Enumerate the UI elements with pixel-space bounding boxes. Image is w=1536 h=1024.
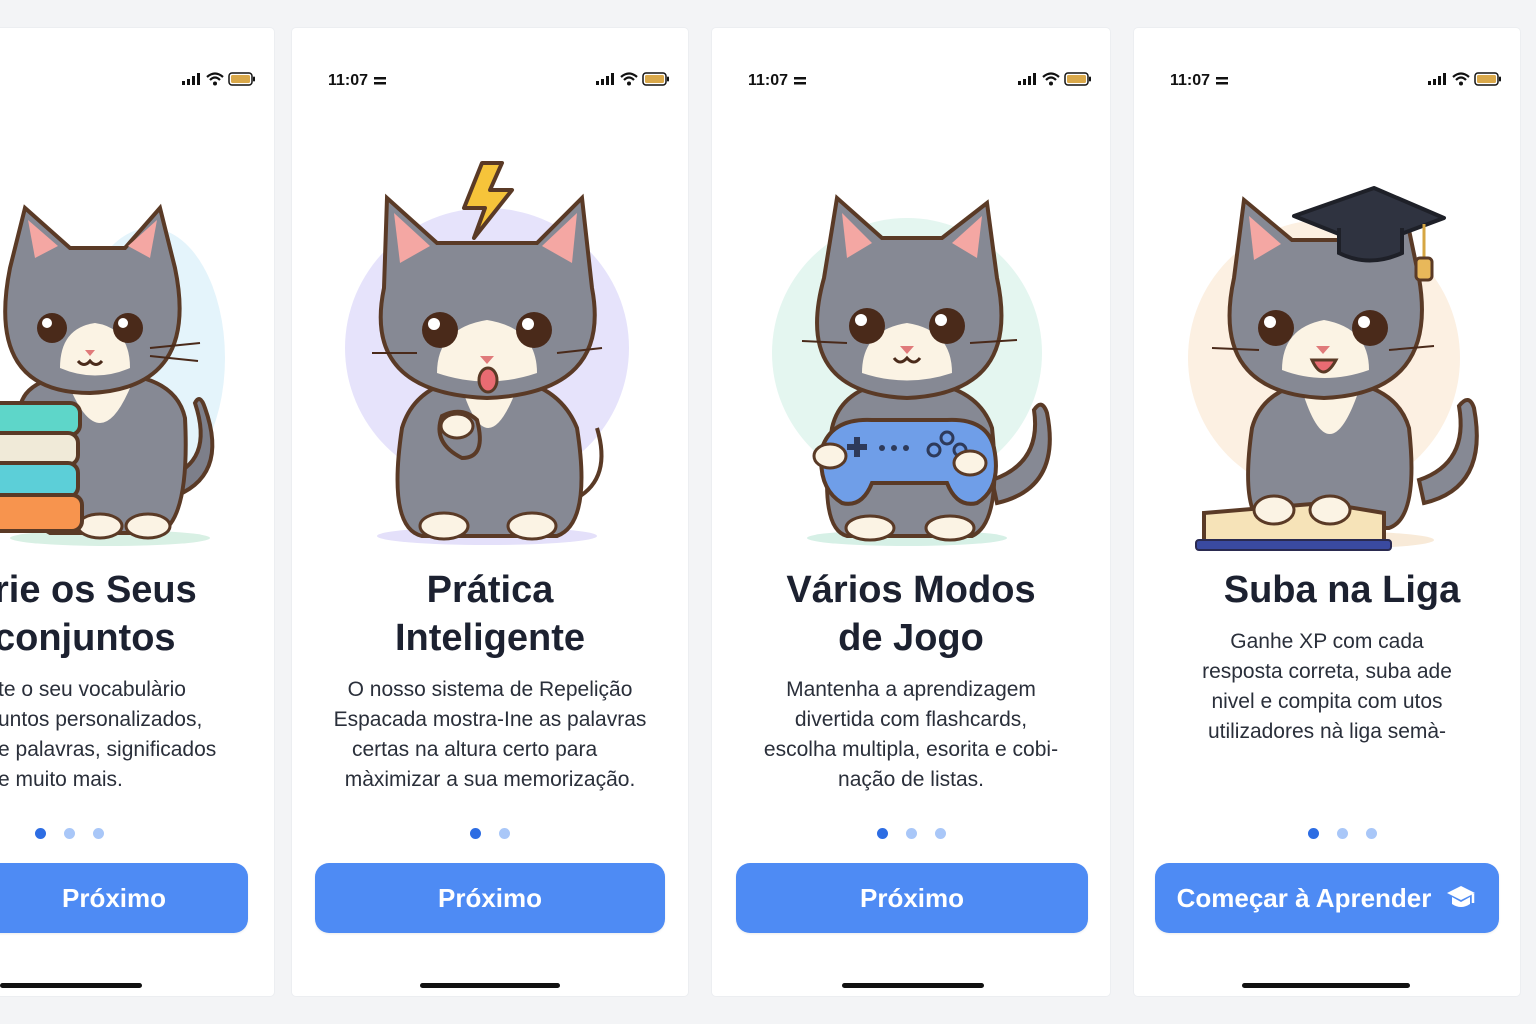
onboarding-screen-3: 11:07 Vários Modos de Jogo Mantenha a ap… <box>712 28 1110 996</box>
signal-icon <box>1018 73 1036 85</box>
start-learning-button[interactable]: Começar à Aprender <box>1155 863 1499 933</box>
page-title: Suba na Liga <box>1223 569 1461 611</box>
page-description: Ganhe XP com cada resposta correta, suba… <box>1202 630 1452 743</box>
page-dot[interactable] <box>905 828 917 839</box>
home-indicator <box>420 983 560 988</box>
page-dot[interactable] <box>934 828 946 839</box>
signal-icon <box>1428 73 1446 85</box>
wifi-icon <box>1042 72 1060 86</box>
start-learning-label: Começar à Aprender <box>1176 882 1432 913</box>
page-description: O nosso sistema de Repelição Espacada mo… <box>333 678 647 791</box>
menu-icon <box>794 76 807 84</box>
page-description: te o seu vocabulàrio untos personalizado… <box>0 678 217 791</box>
page-title: rie os Seus conjuntos <box>0 569 197 659</box>
page-indicator <box>35 828 274 839</box>
page-dot[interactable] <box>64 828 75 839</box>
page-dot[interactable] <box>1365 828 1377 839</box>
status-icons <box>1428 72 1502 86</box>
page-dot-active[interactable] <box>1307 828 1319 839</box>
home-indicator <box>842 983 984 988</box>
page-description: Mantenha a aprendizagem divertida com fl… <box>763 678 1059 791</box>
page-title: Prática Inteligente <box>394 569 586 659</box>
page-dot[interactable] <box>499 828 510 839</box>
status-time: 11:07 <box>1170 72 1229 90</box>
status-bar <box>0 64 274 94</box>
page-dot-active[interactable] <box>35 828 46 839</box>
onboarding-screen-1: rie os Seus conjuntos te o seu vocabulàr… <box>0 28 274 996</box>
battery-icon <box>642 72 669 86</box>
status-time: 11:07 <box>328 72 387 90</box>
page-title: Vários Modos de Jogo <box>786 569 1036 659</box>
onboarding-screen-4: 11:07 Suba na Liga Ganhe XP com cada res… <box>1134 28 1520 996</box>
status-bar: 11:07 <box>292 64 688 94</box>
illustration-cat-with-books <box>0 158 274 578</box>
page-dot-active[interactable] <box>470 828 481 839</box>
status-time: 11:07 <box>748 72 807 90</box>
illustration-cat-graduation-cap-book <box>1134 158 1520 578</box>
wifi-icon <box>620 72 638 86</box>
next-button[interactable]: Próximo <box>736 863 1088 933</box>
battery-icon <box>1064 72 1091 86</box>
next-button[interactable]: Próximo <box>315 863 665 933</box>
status-icons <box>1018 72 1092 86</box>
home-indicator <box>0 983 142 988</box>
status-bar: 11:07 <box>1134 64 1520 94</box>
battery-icon <box>228 72 255 86</box>
status-bar: 11:07 <box>712 64 1110 94</box>
page-dot-active[interactable] <box>876 828 888 839</box>
next-button[interactable]: Próximo <box>0 863 248 933</box>
page-indicator <box>1164 828 1520 839</box>
onboarding-screen-2: 11:07 Prática Inteligente O nosso sistem… <box>292 28 688 996</box>
signal-icon <box>182 73 200 85</box>
illustration-cat-with-gamepad <box>712 158 1110 578</box>
page-indicator <box>712 828 1110 839</box>
menu-icon <box>374 76 387 84</box>
battery-icon <box>1474 72 1501 86</box>
home-indicator <box>1242 983 1410 988</box>
menu-icon <box>1216 76 1229 84</box>
signal-icon <box>596 73 614 85</box>
page-dot[interactable] <box>1336 828 1348 839</box>
wifi-icon <box>206 72 224 86</box>
status-icons <box>182 72 256 86</box>
status-icons <box>596 72 670 86</box>
illustration-thinking-cat-lightning <box>292 158 688 578</box>
wifi-icon <box>1452 72 1470 86</box>
graduation-cap-icon <box>1447 886 1476 907</box>
page-indicator <box>292 828 688 839</box>
page-dot[interactable] <box>93 828 104 839</box>
